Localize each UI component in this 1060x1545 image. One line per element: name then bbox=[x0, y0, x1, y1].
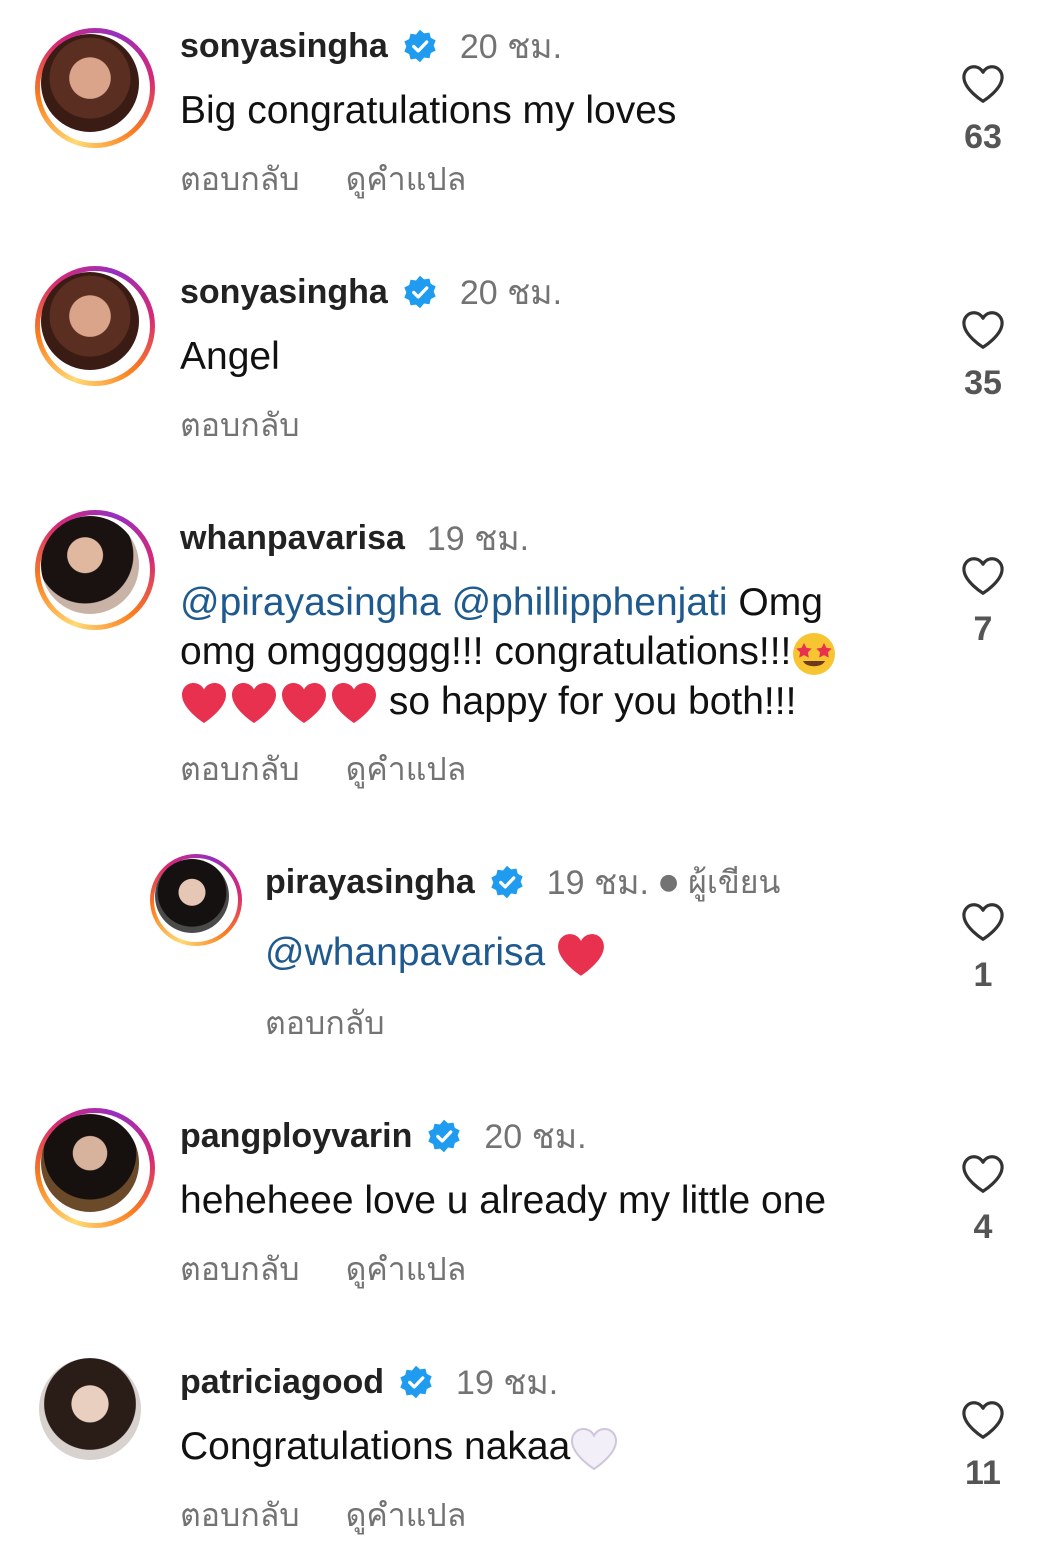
see-translation-button[interactable]: ดูคำแปล bbox=[346, 154, 467, 205]
timestamp: 20 ชม. bbox=[459, 274, 563, 312]
heart-icon[interactable] bbox=[961, 310, 1005, 350]
verified-badge-icon bbox=[400, 1365, 432, 1399]
mention-link[interactable]: @phillipphenjati bbox=[452, 581, 728, 624]
reply-button[interactable]: ตอบกลับ bbox=[180, 154, 300, 205]
avatar[interactable] bbox=[150, 854, 242, 946]
username[interactable]: sonyasingha bbox=[180, 273, 388, 312]
reply-button[interactable]: ตอบกลับ bbox=[180, 1490, 300, 1541]
reply-button[interactable]: ตอบกลับ bbox=[180, 744, 300, 795]
author-label: ผู้เขียน bbox=[688, 862, 781, 901]
timestamp: 20 ชม. bbox=[484, 1118, 587, 1156]
avatar[interactable] bbox=[35, 1354, 155, 1474]
mention-link[interactable]: @whanpavarisa bbox=[265, 931, 545, 974]
avatar[interactable] bbox=[35, 266, 155, 386]
username[interactable]: pangployvarin bbox=[180, 1117, 412, 1156]
timestamp: 19 ชม. bbox=[426, 520, 530, 558]
verified-badge-icon bbox=[404, 275, 436, 309]
username[interactable]: whanpavarisa bbox=[180, 519, 405, 558]
white-heart-emoji-icon bbox=[571, 1427, 618, 1470]
heart-icon[interactable] bbox=[961, 1154, 1005, 1194]
comment-text: Big congratulations my loves bbox=[180, 89, 677, 132]
like-count: 11 bbox=[965, 1454, 1001, 1492]
comment-text-part: Congratulations nakaa bbox=[180, 1425, 571, 1468]
red-hearts-emoji-icon bbox=[180, 681, 378, 725]
red-heart-emoji-icon bbox=[558, 933, 605, 976]
avatar[interactable] bbox=[35, 28, 155, 148]
reply-button[interactable]: ตอบกลับ bbox=[180, 400, 300, 451]
like-count: 1 bbox=[973, 956, 993, 994]
like-count: 35 bbox=[964, 364, 1002, 402]
see-translation-button[interactable]: ดูคำแปล bbox=[346, 744, 467, 795]
avatar[interactable] bbox=[35, 510, 155, 630]
star-struck-emoji-icon bbox=[793, 632, 836, 675]
like-count: 7 bbox=[973, 610, 993, 648]
like-count: 4 bbox=[973, 1208, 993, 1246]
verified-badge-icon bbox=[428, 1119, 461, 1153]
timestamp: 19 ชม. bbox=[546, 864, 649, 902]
timestamp: 19 ชม. bbox=[456, 1364, 559, 1402]
comment-text: heheheee love u already my little one bbox=[180, 1179, 827, 1222]
heart-icon[interactable] bbox=[961, 902, 1005, 942]
verified-badge-icon bbox=[404, 29, 436, 63]
username[interactable]: pirayasingha bbox=[265, 863, 475, 902]
see-translation-button[interactable]: ดูคำแปล bbox=[346, 1244, 467, 1295]
comment-text: Angel bbox=[180, 335, 280, 378]
comment-text-part: so happy for you both!!! bbox=[378, 679, 797, 723]
avatar[interactable] bbox=[35, 1108, 155, 1228]
username[interactable]: sonyasingha bbox=[180, 27, 388, 66]
comment-text: @whanpavarisa bbox=[265, 928, 985, 978]
verified-badge-icon bbox=[491, 865, 523, 899]
comment-text: @pirayasingha @phillipphenjati Omg omg o… bbox=[180, 578, 900, 726]
username[interactable]: patriciagood bbox=[180, 1363, 384, 1402]
mention-link[interactable]: @pirayasingha bbox=[180, 581, 441, 624]
timestamp: 20 ชม. bbox=[459, 28, 563, 66]
see-translation-button[interactable]: ดูคำแปล bbox=[346, 1490, 467, 1541]
heart-icon[interactable] bbox=[961, 64, 1005, 104]
separator-dot: ● bbox=[658, 869, 679, 895]
comment-text: Congratulations nakaa bbox=[180, 1422, 900, 1471]
heart-icon[interactable] bbox=[961, 556, 1005, 596]
heart-icon[interactable] bbox=[961, 1400, 1005, 1440]
reply-button[interactable]: ตอบกลับ bbox=[180, 1244, 300, 1295]
reply-button[interactable]: ตอบกลับ bbox=[265, 998, 385, 1049]
like-count: 63 bbox=[964, 118, 1002, 156]
